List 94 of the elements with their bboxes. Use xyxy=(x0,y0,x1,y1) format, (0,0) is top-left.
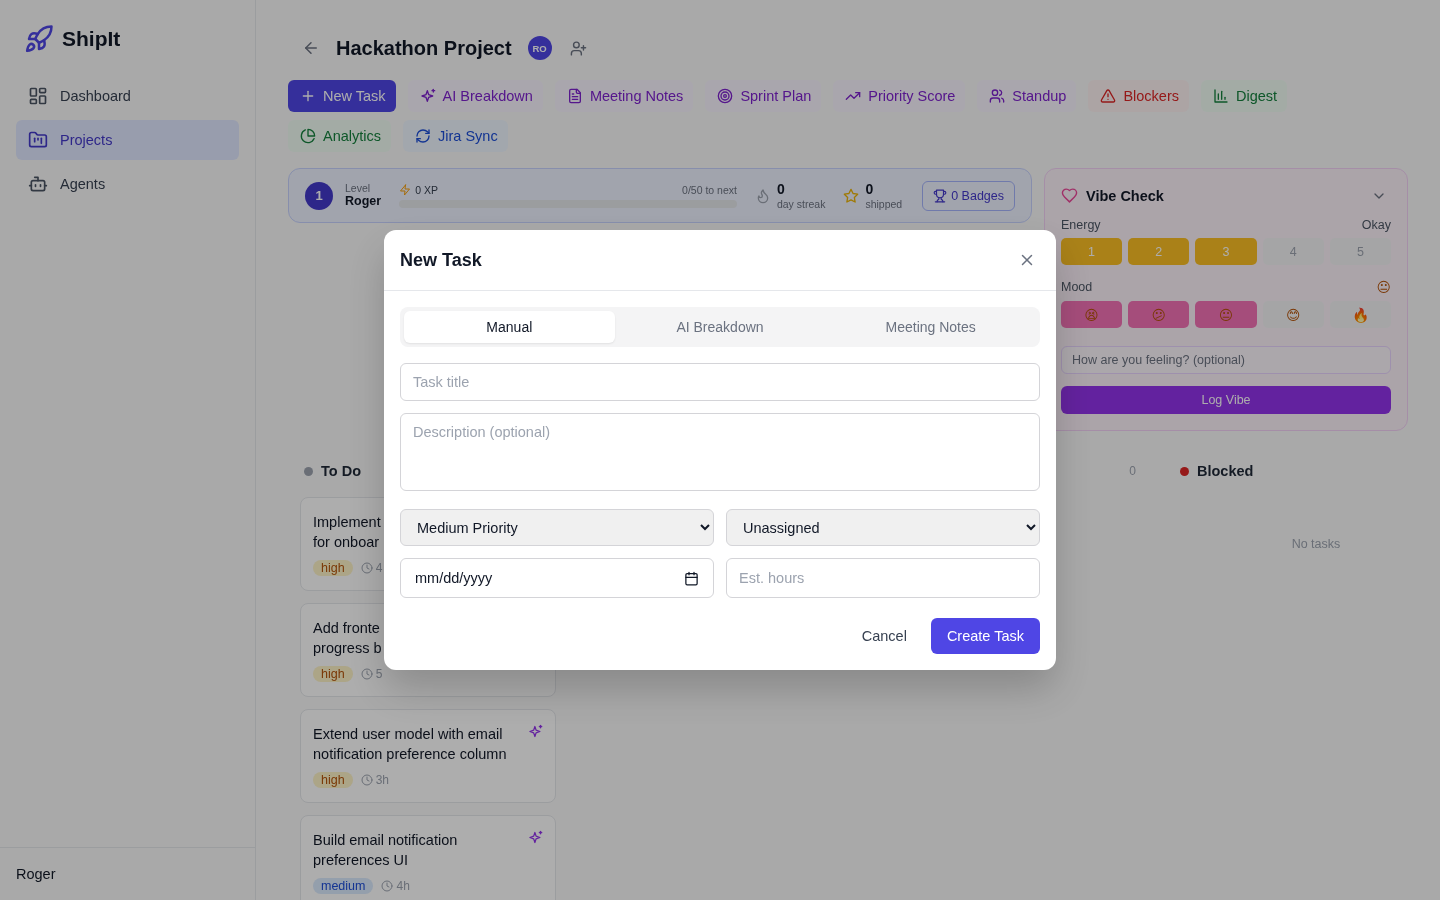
estimate: 3h xyxy=(360,773,389,787)
sync-icon xyxy=(415,128,432,144)
description-input[interactable]: Description (optional) xyxy=(400,413,1040,491)
estimate: 5 xyxy=(360,667,383,681)
level-label: Level xyxy=(345,182,372,195)
column-title: To Do xyxy=(321,463,362,479)
action-button[interactable]: Digest xyxy=(1201,80,1288,112)
task-title: Build email notification preferences UI xyxy=(313,831,459,870)
column-count: 0 xyxy=(1129,464,1137,478)
task-card[interactable]: Extend user model with email notification preference column high 3h xyxy=(300,709,556,803)
column-title: Blocked xyxy=(1197,463,1255,479)
action-button[interactable]: AI Breakdown xyxy=(407,80,543,112)
lightning-icon xyxy=(399,183,412,196)
empty-message: No tasks xyxy=(1290,537,1342,551)
task-title: Implement for onboar xyxy=(313,513,381,552)
sparkles-icon xyxy=(528,830,543,845)
star-icon xyxy=(843,187,860,204)
action-button[interactable]: Sprint Plan xyxy=(705,80,822,112)
hours-input[interactable]: Est. hours xyxy=(726,558,1040,598)
streak-label: day streak xyxy=(776,197,826,210)
document-icon xyxy=(566,88,583,104)
priority-tag: medium xyxy=(313,878,374,894)
card-title: Vibe Check xyxy=(1086,187,1165,204)
user-name: Roger xyxy=(16,866,56,882)
priority-tag: high xyxy=(313,560,353,576)
dashboard-icon xyxy=(28,86,48,106)
rocket-icon xyxy=(24,24,54,54)
tab[interactable]: Meeting Notes xyxy=(825,311,1036,343)
user-name: Roger xyxy=(345,194,382,209)
clock-icon xyxy=(360,668,373,680)
sparkles-icon xyxy=(419,88,436,104)
ai-button[interactable] xyxy=(528,830,543,845)
energy-label: Energy xyxy=(1061,218,1101,232)
feeling-input[interactable]: How are you feeling? (optional) xyxy=(1061,346,1391,374)
clock-icon xyxy=(381,880,394,892)
xp-label: 0 XP xyxy=(399,183,438,196)
date-input[interactable]: mm/dd/yyyy xyxy=(400,558,714,598)
energy-value: Okay xyxy=(1361,218,1391,232)
mood-value: 😐 xyxy=(1376,279,1391,295)
level-badge: 1 xyxy=(305,181,333,210)
nav-item[interactable]: Agents xyxy=(16,164,239,204)
dialog-title: New Task xyxy=(400,249,482,271)
calendar-icon xyxy=(684,570,699,586)
users-icon xyxy=(989,88,1006,104)
nav-item[interactable]: Projects xyxy=(16,120,239,160)
priority-tag: high xyxy=(313,666,353,682)
action-button[interactable]: New Task xyxy=(288,80,396,112)
sparkles-icon xyxy=(528,724,543,739)
cancel-button[interactable]: Cancel xyxy=(845,618,923,654)
shipped-count: 0 xyxy=(865,181,875,198)
priority-select[interactable]: Medium Priority xyxy=(400,509,714,546)
action-button[interactable]: Analytics xyxy=(288,120,392,152)
action-button[interactable]: Priority Score xyxy=(833,80,966,112)
trophy-icon xyxy=(933,188,948,203)
heart-icon xyxy=(1061,187,1078,204)
create-task-button[interactable]: Create Task xyxy=(930,618,1040,654)
member-avatar: RO xyxy=(527,36,552,60)
mood-label: Mood xyxy=(1061,280,1093,294)
log-vibe-button[interactable]: Log Vibe xyxy=(1061,386,1391,414)
estimate: 4h xyxy=(381,879,410,893)
nav-item[interactable]: Dashboard xyxy=(16,76,239,116)
clock-icon xyxy=(360,562,373,574)
back-icon xyxy=(302,39,320,57)
bar-chart-icon xyxy=(1213,88,1229,104)
add-user-icon xyxy=(569,39,587,57)
pie-chart-icon xyxy=(300,128,316,144)
tab[interactable]: Manual xyxy=(404,311,615,343)
action-button[interactable]: Standup xyxy=(977,80,1077,112)
action-button[interactable]: Jira Sync xyxy=(403,120,508,152)
project-title: Hackathon Project xyxy=(336,36,512,60)
task-title: Extend user model with email notification preference column xyxy=(313,725,508,764)
estimate: 4 xyxy=(360,561,383,575)
badges-button[interactable]: 0 Badges xyxy=(922,180,1015,211)
task-card[interactable]: Build email notification preferences UI medium 4h xyxy=(300,815,556,900)
ai-button[interactable] xyxy=(528,724,543,739)
title-input[interactable]: Task title xyxy=(400,363,1040,401)
xp-next: 0/50 to next xyxy=(682,183,737,196)
assignee-select[interactable]: Unassigned xyxy=(726,509,1040,546)
shipped-label: shipped xyxy=(865,197,903,210)
streak-count: 0 xyxy=(776,181,786,198)
mood-option[interactable]: 😊 xyxy=(1262,301,1324,328)
robot-icon xyxy=(28,174,48,194)
task-title: Add fronte progress b xyxy=(313,619,382,658)
action-button[interactable]: Meeting Notes xyxy=(554,80,694,112)
date-placeholder: mm/dd/yyyy xyxy=(415,570,493,586)
warning-icon xyxy=(1100,88,1117,104)
target-icon xyxy=(717,88,734,104)
clock-icon xyxy=(360,774,373,786)
plus-icon xyxy=(300,88,316,104)
priority-tag: high xyxy=(313,772,353,788)
action-button[interactable]: Blockers xyxy=(1088,80,1189,112)
tab[interactable]: AI Breakdown xyxy=(614,311,826,343)
folder-icon xyxy=(28,130,48,150)
brand-name: ShipIt xyxy=(62,27,121,51)
